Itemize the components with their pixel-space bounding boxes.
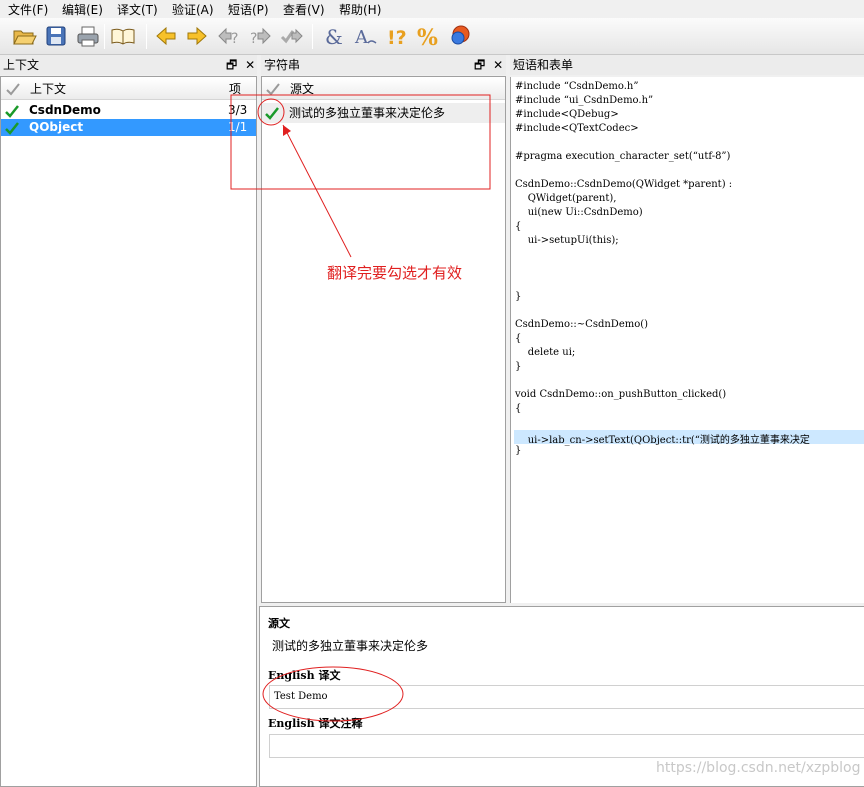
code-line: CsdnDemo::~CsdnDemo(): [515, 319, 649, 330]
svg-text:&: &: [325, 25, 343, 49]
code-line: ui->lab_cn->setText(QObject::tr(“测试的多独立董…: [515, 435, 810, 446]
next-icon[interactable]: [184, 23, 210, 49]
context-name: QObject: [29, 120, 84, 134]
code-line: delete ui;: [515, 347, 576, 358]
context-name: CsdnDemo: [29, 103, 101, 117]
whats-this-icon[interactable]: [446, 23, 472, 49]
phrases-dock-title: 短语和表单: [510, 55, 864, 75]
string-source-text: 测试的多独立董事来决定伦多: [289, 106, 446, 120]
phrasebook-icon[interactable]: [110, 23, 136, 49]
menu-validation[interactable]: 验证(A): [172, 1, 214, 18]
translation-field[interactable]: Test Demo: [269, 685, 864, 709]
translation-label: English 译文: [268, 669, 341, 682]
placemarker-check-icon[interactable]: %: [415, 23, 441, 51]
checkmark-icon: [5, 122, 19, 135]
menu-view[interactable]: 查看(V): [283, 1, 325, 18]
open-icon[interactable]: [11, 23, 37, 49]
accelerator-check-icon[interactable]: &: [320, 23, 346, 49]
menu-help[interactable]: 帮助(H): [339, 1, 381, 18]
code-line: #pragma execution_character_set(“utf-8”): [515, 151, 731, 162]
menu-translation[interactable]: 译文(T): [117, 1, 158, 18]
code-line: ui->setupUi(this);: [515, 235, 619, 246]
next-unfinished-icon[interactable]: ?: [247, 23, 273, 49]
context-row-qobject[interactable]: QObject 1/1: [1, 119, 256, 136]
string-row[interactable]: 测试的多独立董事来决定伦多: [262, 103, 505, 123]
code-line: #include “CsdnDemo.h”: [515, 81, 639, 92]
print-icon[interactable]: [75, 23, 101, 49]
float-icon[interactable]: 🗗: [226, 58, 237, 72]
checkmark-icon: [5, 105, 19, 118]
col-context[interactable]: 上下文: [30, 78, 66, 100]
check-header-icon: [6, 83, 20, 96]
comment-label: English 译文注释: [268, 717, 363, 730]
code-line: ui(new Ui::CsdnDemo): [515, 207, 643, 218]
svg-text:%: %: [417, 25, 438, 49]
code-line: {: [515, 221, 522, 232]
context-pane: 上下文 项 CsdnDemo 3/3 QObject 1/1: [0, 76, 257, 787]
phrases-title: 短语和表单: [513, 58, 574, 72]
menu-edit[interactable]: 编辑(E): [62, 1, 103, 18]
watermark: https://blog.csdn.net/xzpblog: [656, 760, 861, 776]
strings-dock-title: 字符串: [261, 55, 506, 75]
code-line: }: [515, 445, 522, 456]
punctuation-check-icon[interactable]: A: [352, 23, 378, 49]
code-line: QWidget(parent),: [515, 193, 617, 204]
code-line: {: [515, 333, 522, 344]
done-next-icon[interactable]: [279, 23, 305, 49]
code-line: #include<QTextCodec>: [515, 123, 639, 134]
code-line: #include<QDebug>: [515, 109, 619, 120]
menu-file[interactable]: 文件(F): [8, 1, 48, 18]
strings-pane: 源文 测试的多独立董事来决定伦多: [261, 76, 506, 603]
svg-text:!?: !?: [387, 27, 407, 49]
context-dock-title: 上下文: [0, 55, 257, 75]
context-row-csdndemo[interactable]: CsdnDemo 3/3: [1, 102, 256, 119]
code-line: CsdnDemo::CsdnDemo(QWidget *parent) :: [515, 179, 733, 190]
toolbar: ? ? & A !? %: [0, 18, 864, 55]
comment-field[interactable]: [269, 734, 864, 758]
source-label: 源文: [268, 617, 290, 630]
context-title: 上下文: [3, 58, 40, 72]
svg-text:?: ?: [231, 31, 238, 47]
menu-bar: 文件(F) 编辑(E) 译文(T) 验证(A) 短语(P) 查看(V) 帮助(H…: [0, 0, 864, 18]
prev-unfinished-icon[interactable]: ?: [216, 23, 242, 49]
source-text: 测试的多独立董事来决定伦多: [272, 639, 429, 653]
save-icon[interactable]: [43, 23, 69, 49]
float-icon[interactable]: 🗗: [474, 58, 485, 72]
menu-phrases[interactable]: 短语(P): [228, 1, 269, 18]
strings-header: 源文: [262, 78, 505, 100]
check-header-icon: [266, 83, 280, 96]
col-source[interactable]: 源文: [290, 78, 314, 100]
prev-icon[interactable]: [153, 23, 179, 49]
svg-text:A: A: [354, 27, 369, 48]
source-code-view[interactable]: #include “CsdnDemo.h” #include “ui_CsdnDe…: [510, 77, 864, 603]
annotation-note: 翻译完要勾选才有效: [327, 264, 463, 282]
phrase-check-icon[interactable]: !?: [384, 23, 410, 49]
context-count: 1/1: [228, 120, 248, 134]
context-count: 3/3: [228, 103, 248, 117]
context-header: 上下文 项: [1, 78, 256, 100]
close-icon[interactable]: ✕: [245, 58, 255, 72]
code-line: {: [515, 403, 522, 414]
code-line: #include “ui_CsdnDemo.h”: [515, 95, 654, 106]
close-icon[interactable]: ✕: [493, 58, 503, 72]
strings-title: 字符串: [264, 58, 301, 72]
svg-text:?: ?: [250, 31, 257, 47]
strings-dock-buttons: 🗗 ✕: [474, 55, 503, 75]
checkmark-icon[interactable]: [265, 106, 279, 120]
code-line: }: [515, 291, 522, 302]
code-line: void CsdnDemo::on_pushButton_clicked(): [515, 389, 727, 400]
code-line: }: [515, 361, 522, 372]
context-dock-buttons: 🗗 ✕: [226, 55, 255, 75]
col-items[interactable]: 项: [229, 78, 241, 100]
